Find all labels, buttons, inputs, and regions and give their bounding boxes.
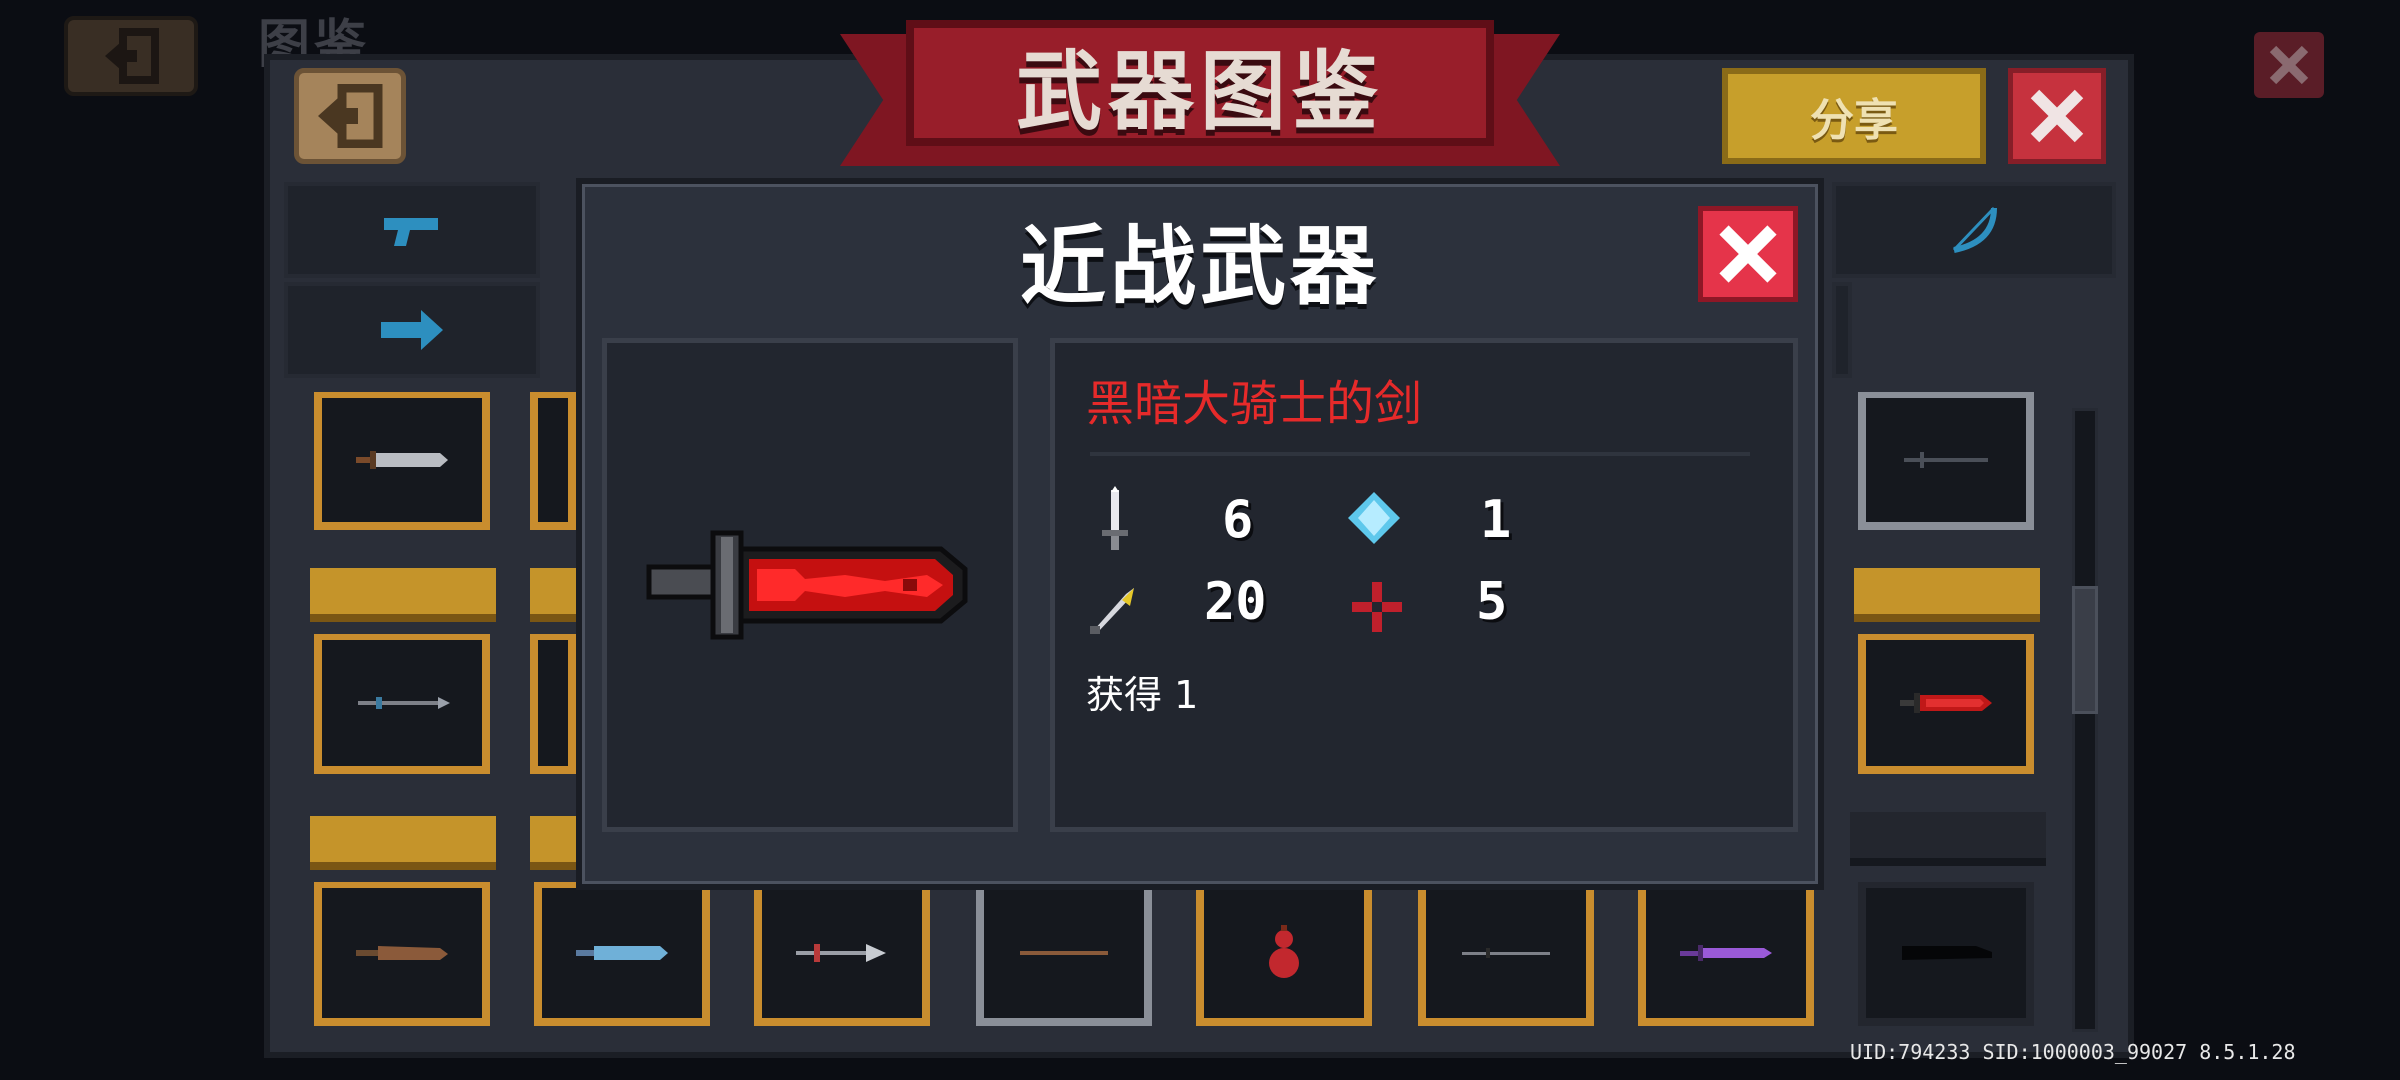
- dim-sword-icon: [1904, 452, 1988, 468]
- weapon-slot[interactable]: [1418, 882, 1594, 1026]
- background-close-button: [2254, 32, 2324, 98]
- dialog-title: 近战武器: [1020, 217, 1380, 317]
- weapon-slot[interactable]: [314, 634, 490, 774]
- scrollbar-track[interactable]: [2072, 408, 2098, 1032]
- weapon-slot-partial[interactable]: [530, 634, 576, 774]
- accuracy-value: 5: [1476, 572, 1508, 632]
- weapon-slot[interactable]: [1858, 634, 2034, 774]
- page-title: 武器图鉴: [1016, 41, 1384, 142]
- scrollbar-thumb[interactable]: [2072, 586, 2098, 714]
- weapon-slot[interactable]: [1858, 882, 2034, 1026]
- category-tab-launcher[interactable]: [284, 282, 540, 378]
- category-tab-pistol[interactable]: [284, 182, 540, 278]
- gourd-icon: [1269, 925, 1299, 978]
- share-button[interactable]: 分享: [1722, 68, 1986, 164]
- weapon-name: 黑暗大骑士的剑: [1086, 376, 1423, 432]
- pistol-icon: [384, 218, 438, 246]
- category-tab-bow[interactable]: [1832, 182, 2116, 278]
- share-label: 分享: [1810, 95, 1898, 146]
- weapon-slot-partial[interactable]: [530, 392, 576, 530]
- weapon-slot[interactable]: [314, 882, 490, 1026]
- weapon-slot[interactable]: [1638, 882, 1814, 1026]
- locked-shelf: [1850, 812, 2046, 866]
- close-icon: [2030, 89, 2084, 143]
- energy-value: 1: [1480, 490, 1512, 550]
- critical-value: 20: [1204, 572, 1267, 632]
- close-icon: [2269, 45, 2309, 85]
- close-codex-button[interactable]: [2008, 68, 2106, 164]
- weapon-slot[interactable]: [314, 392, 490, 530]
- critical-knife-icon: [1090, 588, 1134, 634]
- accuracy-crosshair-icon: [1352, 582, 1402, 632]
- knife-icon: [356, 946, 448, 960]
- weapon-slot[interactable]: [976, 882, 1152, 1026]
- weapon-preview: [602, 338, 1018, 832]
- info-divider: [1090, 452, 1750, 456]
- weapon-slot[interactable]: [1858, 392, 2034, 530]
- bow-icon: [1952, 206, 1997, 253]
- acquired-count: 获得 1: [1086, 673, 1199, 717]
- weapon-slot[interactable]: [754, 882, 930, 1026]
- build-info: UID:794233 SID:1000003_99027 8.5.1.28: [1850, 1040, 2296, 1064]
- back-button[interactable]: [294, 68, 406, 164]
- exit-icon: [318, 84, 383, 148]
- locked-shelf: [530, 816, 576, 870]
- spear-icon: [358, 697, 450, 709]
- damage-value: 6: [1222, 490, 1254, 550]
- red-sword-icon: [1900, 693, 1992, 713]
- weapon-slot[interactable]: [1196, 882, 1372, 1026]
- close-icon: [1719, 225, 1777, 283]
- purple-sword-icon: [1680, 945, 1772, 961]
- dark-knight-sword-icon: [646, 530, 968, 640]
- dialog-close-button[interactable]: [1698, 206, 1798, 302]
- staff-icon: [1020, 951, 1108, 955]
- blue-blade-icon: [576, 946, 668, 960]
- background-back-button: [64, 16, 198, 96]
- energy-crystal-icon: [1348, 492, 1400, 544]
- weapon-slot[interactable]: [534, 882, 710, 1026]
- damage-sword-icon: [1102, 486, 1128, 550]
- arrow-launcher-icon: [381, 310, 443, 350]
- locked-shelf: [1854, 568, 2040, 622]
- short-sword-icon: [356, 451, 448, 469]
- exit-icon: [105, 28, 159, 84]
- locked-shelf: [530, 568, 576, 622]
- category-tab-edge: [1832, 282, 1852, 378]
- trident-icon: [796, 944, 886, 962]
- title-banner: 武器图鉴: [906, 20, 1494, 146]
- locked-shelf: [310, 568, 496, 622]
- thin-rapier-icon: [1462, 948, 1550, 958]
- unknown-weapon-icon: [1902, 946, 1992, 960]
- locked-shelf: [310, 816, 496, 870]
